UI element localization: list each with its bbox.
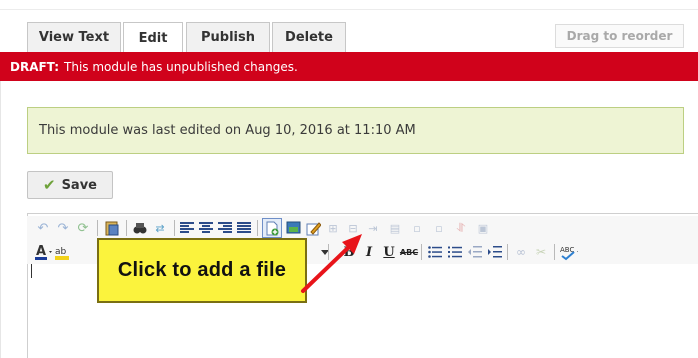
callout-arrow [301, 234, 362, 293]
